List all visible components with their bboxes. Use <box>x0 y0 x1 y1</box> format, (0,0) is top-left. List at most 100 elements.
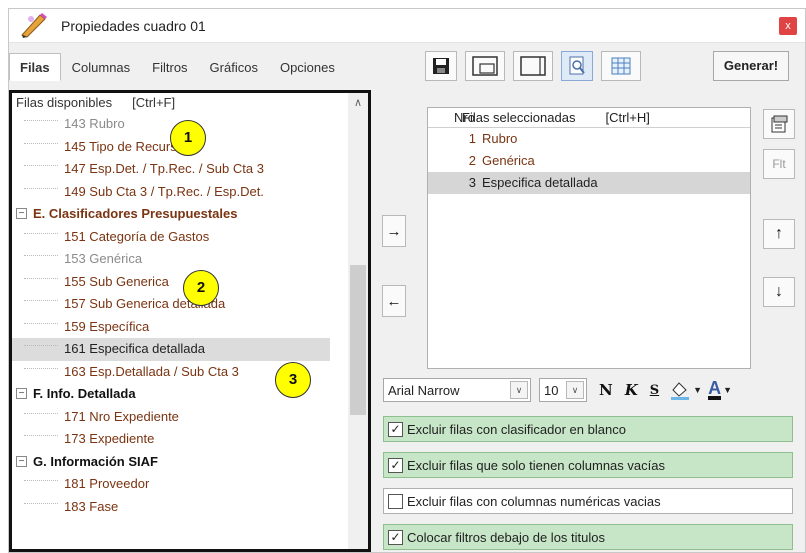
available-rows-header: Filas disponibles [Ctrl+F] <box>12 93 368 113</box>
option-exclude-empty-numeric[interactable]: Excluir filas con columnas numéricas vac… <box>383 488 793 514</box>
dropdown-arrow-icon: ▼ <box>693 385 703 395</box>
annotation-badge-1: 1 <box>170 120 206 156</box>
tree-connector <box>24 345 58 347</box>
remove-row-button[interactable]: ← <box>382 285 406 317</box>
selected-row[interactable]: 2 Genérica <box>428 150 750 172</box>
tree-label: 159 Específica <box>64 318 150 334</box>
option-filters-under-titles[interactable]: ✓ Colocar filtros debajo de los titulos <box>383 524 793 550</box>
chevron-down-icon[interactable]: ∨ <box>566 381 584 399</box>
move-up-button[interactable]: ↑ <box>763 219 795 249</box>
tree-leaf[interactable]: 161 Especifica detallada <box>12 338 330 361</box>
tree-label: 183 Fase <box>64 498 119 514</box>
tree-label: 145 Tipo de Recurso <box>64 138 184 154</box>
available-rows-title: Filas disponibles <box>16 95 113 110</box>
tree-label: 147 Esp.Det. / Tp.Rec. / Sub Cta 3 <box>64 161 264 176</box>
window-title: Propiedades cuadro 01 <box>61 18 206 34</box>
toolbar <box>425 51 641 83</box>
tree-label: 163 Esp.Detallada / Sub Cta 3 <box>64 363 239 379</box>
tab-filtros[interactable]: Filtros <box>141 53 198 81</box>
tree-leaf[interactable]: 147 Esp.Det. / Tp.Rec. / Sub Cta 3 <box>12 158 368 181</box>
italic-button[interactable]: K <box>625 381 638 399</box>
font-size-select[interactable]: 10 ∨ <box>539 378 587 402</box>
generate-button[interactable]: Generar! <box>713 51 789 81</box>
tree-label: 143 Rubro <box>64 116 125 131</box>
tree-leaf[interactable]: 173 Expediente <box>12 428 368 451</box>
grid-icon <box>611 57 631 75</box>
tree-connector <box>24 232 58 234</box>
option-exclude-empty-columns[interactable]: ✓ Excluir filas que solo tienen columnas… <box>383 452 793 478</box>
tree-label: 149 Sub Cta 3 / Tp.Rec. / Esp.Det. <box>64 183 264 199</box>
checkbox[interactable] <box>388 493 403 509</box>
tab-filas[interactable]: Filas <box>9 53 61 81</box>
annotation-badge-2: 2 <box>183 270 219 306</box>
col-selected-rows: Filas seleccionadas <box>462 110 576 125</box>
font-color-button[interactable]: A ▼ <box>708 379 732 400</box>
collapse-icon[interactable]: − <box>16 455 27 467</box>
scroll-up-icon[interactable]: ∧ <box>348 93 368 113</box>
filter-button[interactable]: Flt <box>763 149 795 179</box>
fill-color-icon <box>671 382 690 400</box>
add-row-button[interactable]: → <box>382 215 406 247</box>
tree-connector <box>24 255 58 257</box>
scroll-thumb[interactable] <box>350 265 366 415</box>
option-exclude-blank[interactable]: ✓ Excluir filas con clasificador en blan… <box>383 416 793 442</box>
tree-connector <box>24 480 58 482</box>
strike-button[interactable]: S <box>650 383 659 398</box>
close-button[interactable]: x <box>779 17 797 35</box>
selected-rows-header: Nro Filas seleccionadas [Ctrl+H] <box>428 108 750 128</box>
checkbox[interactable]: ✓ <box>388 529 403 545</box>
tree-leaf[interactable]: 153 Genérica <box>12 248 368 271</box>
properties-window: Propiedades cuadro 01 x Filas Columnas F… <box>8 8 806 553</box>
grid-button[interactable] <box>601 51 641 81</box>
annotation-badge-3: 3 <box>275 362 311 398</box>
tree-leaf[interactable]: 181 Proveedor <box>12 473 368 496</box>
collapse-icon[interactable]: − <box>16 388 27 400</box>
panel-icon <box>520 56 546 76</box>
selected-rows-list: Nro Filas seleccionadas [Ctrl+H] 1 Rubro … <box>427 107 751 369</box>
tree-connector <box>24 367 58 369</box>
tree-group[interactable]: − E. Clasificadores Presupuestales <box>12 203 368 226</box>
panel-button[interactable] <box>513 51 553 81</box>
window-layout-icon <box>472 56 498 76</box>
tree-leaf[interactable]: 149 Sub Cta 3 / Tp.Rec. / Esp.Det. <box>12 181 368 204</box>
preview-icon <box>569 56 585 75</box>
font-name-select[interactable]: Arial Narrow ∨ <box>383 378 531 402</box>
selected-row[interactable]: 3 Especifica detallada <box>428 172 750 194</box>
tree-label: E. Clasificadores Presupuestales <box>33 206 238 221</box>
checkbox[interactable]: ✓ <box>388 421 403 437</box>
tree-leaf[interactable]: 151 Categoría de Gastos <box>12 226 368 249</box>
move-down-button[interactable]: ↓ <box>763 277 795 307</box>
save-button[interactable] <box>425 51 457 81</box>
properties-button[interactable] <box>763 109 795 139</box>
tab-columnas[interactable]: Columnas <box>61 53 142 81</box>
font-name-value: Arial Narrow <box>388 382 460 398</box>
scrollbar[interactable]: ∧ <box>348 93 368 549</box>
tree-group[interactable]: − G. Información SIAF <box>12 451 368 474</box>
tree-leaf[interactable]: 183 Fase <box>12 496 368 519</box>
tab-bar: Filas Columnas Filtros Gráficos Opciones <box>9 53 346 83</box>
tree-leaf[interactable]: 171 Nro Expediente <box>12 406 368 429</box>
layout-button[interactable] <box>465 51 505 81</box>
chevron-down-icon[interactable]: ∨ <box>510 381 528 399</box>
tree-leaf[interactable]: 159 Específica <box>12 316 368 339</box>
collapse-icon[interactable]: − <box>16 208 27 220</box>
pencil-app-icon <box>21 13 47 38</box>
tree-connector <box>24 120 58 122</box>
available-rows-tree: 143 Rubro 145 Tipo de Recurso 147 Esp.Det.… <box>12 113 368 518</box>
tree-connector <box>24 502 58 504</box>
tree-group[interactable]: − F. Info. Detallada <box>12 383 368 406</box>
preview-button[interactable] <box>561 51 593 81</box>
tab-graficos[interactable]: Gráficos <box>199 53 269 81</box>
fill-color-button[interactable]: ▼ <box>669 380 702 400</box>
tree-label: 151 Categoría de Gastos <box>64 228 210 244</box>
tree-label: 155 Sub Generica <box>64 273 169 289</box>
tree-leaf[interactable]: 163 Esp.Detallada / Sub Cta 3 <box>12 361 368 384</box>
tree-connector <box>24 322 58 324</box>
col-nro: Nro <box>454 110 475 125</box>
bold-button[interactable]: N <box>599 381 613 399</box>
tree-label: 171 Nro Expediente <box>64 408 179 424</box>
selected-row[interactable]: 1 Rubro <box>428 128 750 150</box>
tab-opciones[interactable]: Opciones <box>269 53 346 81</box>
tree-connector <box>24 165 58 167</box>
checkbox[interactable]: ✓ <box>388 457 403 473</box>
